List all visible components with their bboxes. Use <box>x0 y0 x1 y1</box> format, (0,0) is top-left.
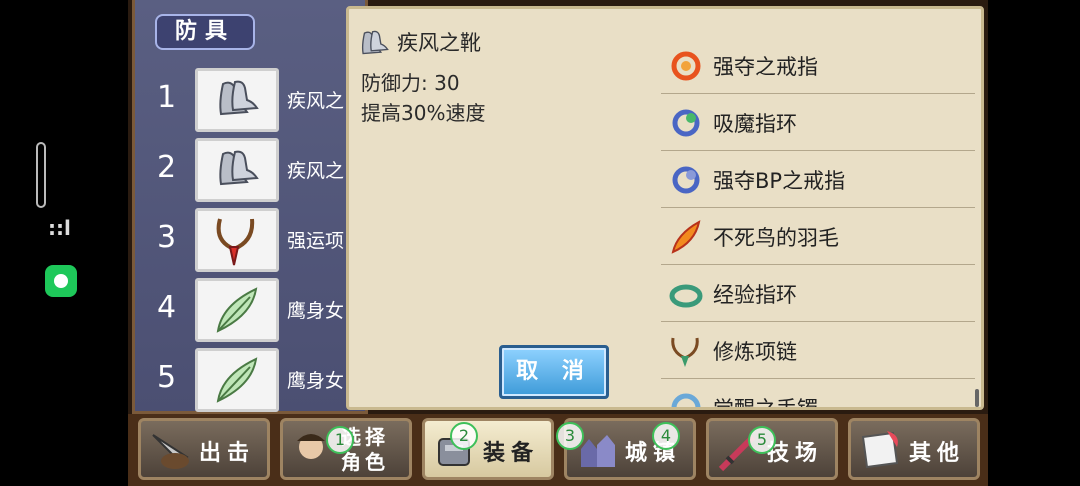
system-bar: ::l <box>0 0 128 486</box>
step-marker-2: 2 <box>450 422 478 450</box>
item-label: 强夺之戒指 <box>713 55 818 79</box>
boots-icon <box>195 138 279 202</box>
boots-icon <box>357 29 391 59</box>
item-select-popup: 疾风之靴 防御力: 30 提高30%速度 取 消 强夺之戒指 吸魔指环 强夺BP… <box>346 6 984 410</box>
cancel-button[interactable]: 取 消 <box>499 345 609 399</box>
item-list[interactable]: 强夺之戒指 吸魔指环 强夺BP之戒指 不死鸟的羽毛 经验指环 修炼项链 <box>661 9 975 407</box>
blue-ring-icon <box>669 163 703 197</box>
necklace-icon <box>669 334 703 368</box>
tab-label: 装备 <box>483 441 540 466</box>
tab-label: 出击 <box>199 441 256 466</box>
detail-item-name: 疾风之靴 <box>397 31 481 55</box>
blue-ring-icon <box>669 106 703 140</box>
green-ring-icon <box>669 277 703 311</box>
bottom-tab-bar: 出击 选择 角色 装备 城镇 技场 其他 1 2 3 4 5 <box>128 414 988 486</box>
equipment-slot-5[interactable]: 5 鹰身女 <box>149 348 371 412</box>
tab-equipment[interactable]: 装备 <box>422 418 554 480</box>
list-item[interactable]: 觉醒之手镯 <box>661 379 975 407</box>
feather-icon <box>195 278 279 342</box>
item-label: 经验指环 <box>713 283 797 307</box>
equipment-slot-2[interactable]: 2 疾风之 <box>149 138 371 202</box>
phoenix-feather-icon <box>669 220 703 254</box>
item-label: 不死鸟的羽毛 <box>713 226 839 250</box>
screen-edge <box>988 0 1080 486</box>
bracelet-icon <box>669 391 703 407</box>
category-label: 防具 <box>155 14 255 50</box>
step-marker-3: 3 <box>556 422 584 450</box>
feather-icon <box>195 348 279 412</box>
game-screen: 防具 1 疾风之 2 疾风之 3 强运项 4 鹰身女 5 鹰身女 疾风之靴 防御… <box>128 0 988 486</box>
tab-sortie[interactable]: 出击 <box>138 418 270 480</box>
scrollbar[interactable] <box>975 389 979 407</box>
red-ring-icon <box>669 49 703 83</box>
sortie-icon <box>147 427 195 475</box>
tab-label: 其他 <box>909 441 966 466</box>
necklace-icon <box>195 208 279 272</box>
list-item[interactable]: 强夺BP之戒指 <box>661 151 975 208</box>
list-item[interactable]: 强夺之戒指 <box>661 37 975 94</box>
list-item[interactable]: 经验指环 <box>661 265 975 322</box>
step-marker-5: 5 <box>748 426 776 454</box>
step-marker-4: 4 <box>652 422 680 450</box>
app-shortcut-icon[interactable] <box>45 265 77 297</box>
item-label: 吸魔指环 <box>713 112 797 136</box>
slot-number: 5 <box>157 360 177 395</box>
nav-pill-icon[interactable] <box>36 142 46 208</box>
step-marker-1: 1 <box>326 426 354 454</box>
signal-icon: ::l <box>48 216 71 240</box>
item-label: 觉醒之手镯 <box>713 393 818 407</box>
list-item[interactable]: 吸魔指环 <box>661 94 975 151</box>
equipment-slot-4[interactable]: 4 鹰身女 <box>149 278 371 342</box>
detail-effect: 提高30%速度 <box>361 101 486 125</box>
item-label: 强夺BP之戒指 <box>713 169 846 193</box>
slot-number: 3 <box>157 220 177 255</box>
equipment-slot-panel: 防具 1 疾风之 2 疾风之 3 强运项 4 鹰身女 5 鹰身女 <box>132 0 368 414</box>
list-item[interactable]: 不死鸟的羽毛 <box>661 208 975 265</box>
equipment-slot-1[interactable]: 1 疾风之 <box>149 68 371 132</box>
detail-defense: 防御力: 30 <box>361 71 460 95</box>
slot-number: 2 <box>157 150 177 185</box>
equipment-slot-3[interactable]: 3 强运项 <box>149 208 371 272</box>
list-item[interactable]: 修炼项链 <box>661 322 975 379</box>
boots-icon <box>195 68 279 132</box>
slot-number: 1 <box>157 80 177 115</box>
tab-other[interactable]: 其他 <box>848 418 980 480</box>
item-label: 修炼项链 <box>713 340 797 364</box>
slot-number: 4 <box>157 290 177 325</box>
other-icon <box>857 427 905 475</box>
